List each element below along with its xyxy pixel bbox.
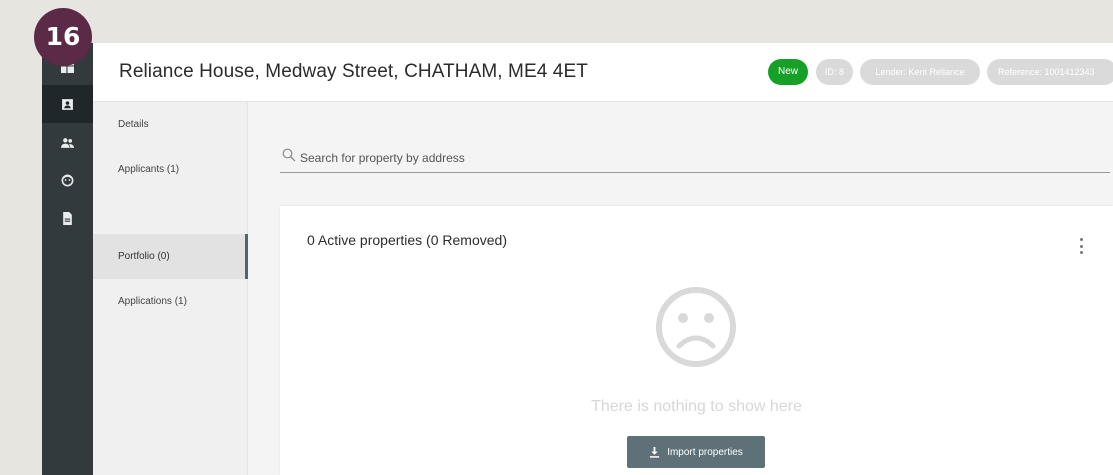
step-number-badge: 16 [34, 8, 92, 66]
record-subnav: Details Applicants (1) Portfolio (0) App… [93, 102, 248, 475]
rail-face[interactable] [42, 161, 93, 199]
search-icon [282, 148, 296, 162]
import-properties-button[interactable]: Import properties [627, 436, 765, 468]
page-title: Reliance House, Medway Street, CHATHAM, … [119, 61, 588, 82]
rail-document[interactable] [42, 199, 93, 237]
icon-rail [42, 43, 93, 475]
properties-count-title: 0 Active properties (0 Removed) [307, 232, 507, 248]
status-badge: New [768, 59, 808, 85]
people-icon [61, 137, 74, 148]
search-input[interactable] [300, 148, 1080, 168]
properties-card: 0 Active properties (0 Removed) There is… [280, 206, 1113, 475]
contact-card-icon [62, 98, 73, 110]
id-badge: ID: 8 [816, 59, 853, 85]
empty-state-message: There is nothing to show here [591, 398, 802, 415]
rail-people[interactable] [42, 123, 93, 161]
lender-badge: Lender: Kent Reliance [860, 59, 980, 85]
more-options-icon[interactable] [1077, 238, 1085, 254]
property-search [280, 141, 1110, 173]
rail-contact[interactable] [42, 85, 93, 123]
import-properties-label: Import properties [667, 446, 743, 458]
app-window: Reliance House, Medway Street, CHATHAM, … [42, 43, 1113, 475]
portfolio-panel: 0 Active properties (0 Removed) There is… [249, 102, 1113, 475]
sad-face-icon [656, 287, 736, 367]
subnav-item-details[interactable]: Details [93, 102, 248, 147]
subnav-item-portfolio[interactable]: Portfolio (0) [93, 234, 248, 279]
subnav-item-applicants[interactable]: Applicants (1) [93, 147, 248, 192]
document-icon [63, 211, 72, 225]
download-icon [650, 446, 660, 458]
record-header: Reliance House, Medway Street, CHATHAM, … [93, 43, 1113, 102]
subnav-item-applications[interactable]: Applications (1) [93, 279, 248, 324]
reference-badge: Reference: 1001412343 [987, 59, 1113, 85]
face-icon [61, 174, 74, 186]
